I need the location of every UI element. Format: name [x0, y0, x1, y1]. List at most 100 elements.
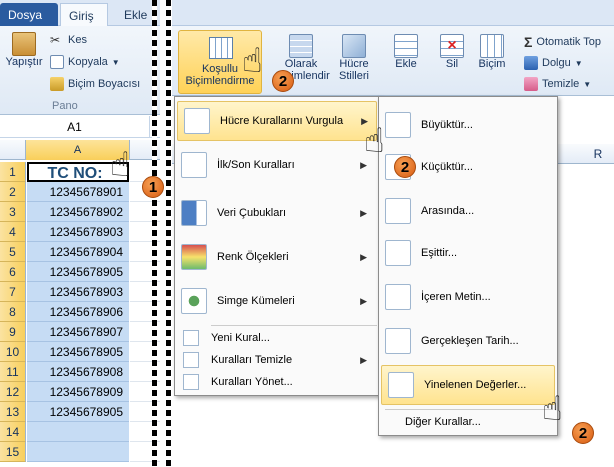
submenu-item-between[interactable]: Arasında... [379, 191, 557, 231]
menu-item-icon-sets[interactable]: Simge Kümeleri ▶ [175, 281, 375, 321]
row-header[interactable]: 5 [0, 242, 26, 262]
new-rule-icon [183, 330, 199, 346]
format-painter-button[interactable]: Biçim Boyacısı [50, 77, 140, 91]
row-header[interactable]: 1 [0, 162, 26, 182]
row-header[interactable]: 9 [0, 322, 26, 342]
menu-item-label: Simge Kümeleri [217, 295, 295, 307]
table-cell[interactable]: 12345678901 [27, 182, 129, 202]
cell-label-2: Stilleri [339, 70, 369, 82]
chevron-right-icon: ▶ [360, 159, 367, 170]
row-header[interactable]: 6 [0, 262, 26, 282]
column-header-bar: A [0, 140, 160, 160]
between-icon [385, 198, 411, 224]
ribbon-tabs-right [172, 0, 614, 26]
table-cell[interactable]: 12345678908 [27, 362, 129, 382]
row-header[interactable]: 2 [0, 182, 26, 202]
manage-rules-icon [183, 374, 199, 390]
cell-styles-button[interactable]: Hücre Stilleri [332, 34, 376, 82]
top-bottom-icon [181, 152, 207, 178]
equal-to-icon [385, 240, 411, 266]
clear-rules-icon [183, 352, 199, 368]
table-cell[interactable]: 12345678905 [27, 342, 129, 362]
format-cells-icon [480, 34, 504, 58]
conditional-format-icon [209, 37, 233, 59]
table-cell[interactable]: 12345678904 [27, 242, 129, 262]
tab-insert[interactable]: Ekle [116, 3, 155, 26]
separator-line [152, 0, 157, 467]
menu-divider [385, 409, 553, 410]
row-header[interactable]: 8 [0, 302, 26, 322]
fill-label: Dolgu [542, 57, 571, 69]
table-cell[interactable]: 12345678909 [27, 382, 129, 402]
table-cell[interactable]: 12345678902 [27, 202, 129, 222]
table-cell[interactable]: 12345678905 [27, 262, 129, 282]
submenu-item-text-contains[interactable]: İçeren Metin... [379, 277, 557, 317]
menu-item-label: Hücre Kurallarını Vurgula [220, 115, 344, 127]
autosum-button[interactable]: Σ Otomatik Top [524, 34, 601, 50]
table-cell[interactable]: 12345678903 [27, 222, 129, 242]
chevron-down-icon: ▼ [111, 57, 120, 67]
menu-item-highlight-rules[interactable]: Hücre Kurallarını Vurgula ▶ [177, 101, 377, 141]
clipboard-icon [12, 32, 36, 56]
menu-item-manage-rules[interactable]: Kuralları Yönet... [175, 371, 375, 393]
table-cell[interactable] [27, 442, 129, 462]
table-cell[interactable]: 12345678907 [27, 322, 129, 342]
tab-home[interactable]: Giriş [60, 3, 108, 26]
menu-item-label: Renk Ölçekleri [217, 251, 289, 263]
submenu-item-greater-than[interactable]: Büyüktür... [379, 105, 557, 145]
step-badge: 2 [272, 70, 294, 92]
table-cell[interactable]: 12345678905 [27, 402, 129, 422]
table-cell[interactable]: 12345678903 [27, 282, 129, 302]
menu-item-label: İlk/Son Kuralları [217, 159, 295, 171]
fill-down-icon [524, 56, 538, 70]
format-cells-button[interactable]: Biçim [472, 34, 512, 70]
row-header[interactable]: 15 [0, 442, 26, 462]
left-panel: Dosya Giriş Ekle Yapıştır ✂ Kes Kopyala … [0, 0, 160, 467]
submenu-item-label: Eşittir... [421, 247, 458, 259]
conditional-formatting-menu: Hücre Kurallarını Vurgula ▶ İlk/Son Kura… [174, 96, 380, 396]
menu-item-new-rule[interactable]: Yeni Kural... [175, 327, 375, 349]
color-scales-icon [181, 244, 207, 270]
row-header[interactable]: 10 [0, 342, 26, 362]
row-header[interactable]: 14 [0, 422, 26, 442]
format-label: Biçim [478, 58, 506, 70]
painter-label: Biçim Boyacısı [68, 78, 141, 90]
row-header[interactable]: 11 [0, 362, 26, 382]
menu-item-data-bars[interactable]: Veri Çubukları ▶ [175, 193, 375, 233]
right-panel: Koşullu Biçimlendirme Olarak Biçimlendir… [172, 0, 614, 467]
cell-styles-icon [342, 34, 366, 58]
submenu-item-more-rules[interactable]: Diğer Kurallar... [379, 411, 557, 433]
fill-button[interactable]: Dolgu ▼ [524, 56, 583, 70]
cut-button[interactable]: ✂ Kes [50, 33, 87, 47]
paintbrush-icon [50, 77, 64, 91]
select-all-corner[interactable] [0, 140, 26, 160]
row-header[interactable]: 4 [0, 222, 26, 242]
delete-cells-button[interactable]: × Sil [432, 34, 472, 70]
table-cell[interactable] [27, 422, 129, 442]
name-box[interactable]: A1 [0, 116, 150, 138]
submenu-item-label: Büyüktür... [421, 119, 473, 131]
clear-button[interactable]: Temizle ▼ [524, 77, 591, 91]
insert-cells-button[interactable]: Ekle [386, 34, 426, 70]
row-header[interactable]: 7 [0, 282, 26, 302]
tab-file[interactable]: Dosya [0, 3, 58, 26]
calendar-icon [385, 328, 411, 354]
paste-button[interactable]: Yapıştır [4, 32, 44, 68]
menu-item-label: Kuralları Yönet... [211, 376, 293, 388]
menu-item-label: Kuralları Temizle [211, 354, 293, 366]
menu-item-color-scales[interactable]: Renk Ölçekleri ▶ [175, 237, 375, 277]
cell-label-1: Hücre [339, 58, 369, 70]
submenu-item-date-occurring[interactable]: Gerçekleşen Tarih... [379, 321, 557, 361]
submenu-item-duplicate-values[interactable]: Yinelenen Değerler... [381, 365, 555, 405]
table-cell[interactable]: 12345678906 [27, 302, 129, 322]
copy-button[interactable]: Kopyala ▼ [50, 55, 120, 69]
menu-item-top-bottom-rules[interactable]: İlk/Son Kuralları ▶ [175, 145, 375, 185]
submenu-item-label: Yinelenen Değerler... [424, 379, 527, 391]
column-header-r[interactable]: R [582, 144, 614, 164]
copy-icon [50, 55, 64, 69]
row-header[interactable]: 3 [0, 202, 26, 222]
submenu-item-equal-to[interactable]: Eşittir... [379, 233, 557, 273]
menu-item-clear-rules[interactable]: Kuralları Temizle ▶ [175, 349, 375, 371]
row-header[interactable]: 12 [0, 382, 26, 402]
row-header[interactable]: 13 [0, 402, 26, 422]
